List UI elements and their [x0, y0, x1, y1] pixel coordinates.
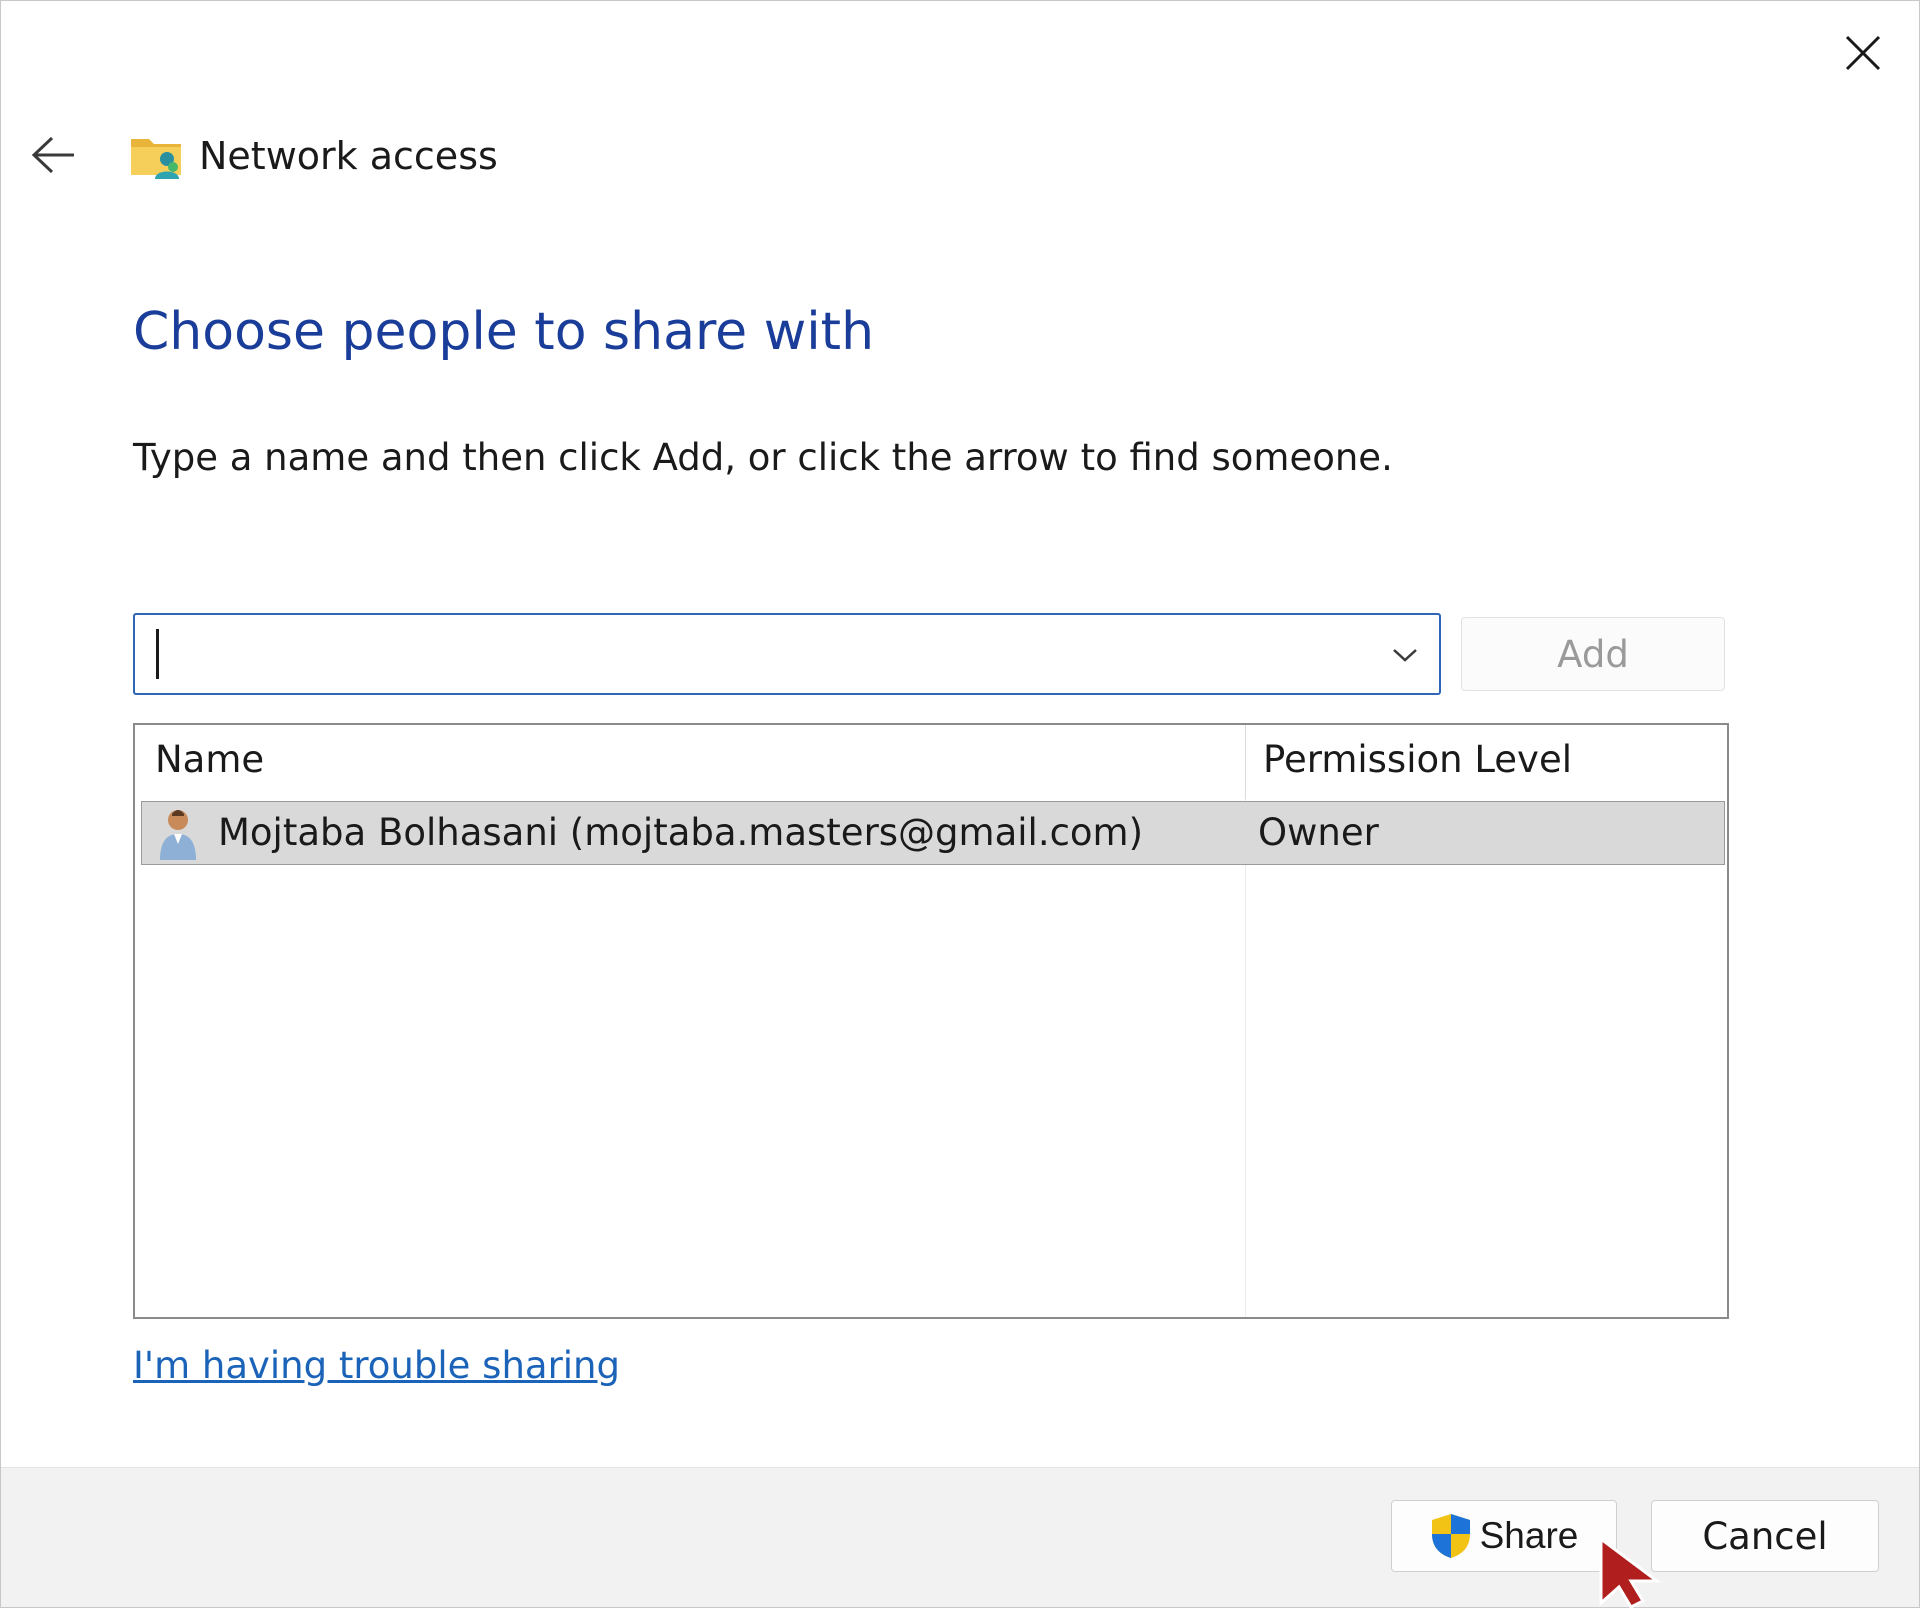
- row-name: Mojtaba Bolhasani (mojtaba.masters@gmail…: [218, 811, 1144, 854]
- text-caret: [156, 629, 159, 679]
- share-button-label: Share: [1479, 1515, 1579, 1556]
- row-permission[interactable]: Owner: [1258, 808, 1379, 858]
- mouse-pointer-icon: [1599, 1537, 1662, 1608]
- share-list[interactable]: Name Permission Level Mojtaba Bolhasani …: [133, 723, 1729, 1319]
- cancel-button[interactable]: Cancel: [1651, 1500, 1879, 1572]
- header-separator[interactable]: [1245, 725, 1246, 799]
- close-button[interactable]: [1827, 23, 1899, 83]
- column-header-permission[interactable]: Permission Level: [1263, 735, 1572, 785]
- back-arrow-icon: [31, 136, 74, 174]
- dropdown-arrow-button[interactable]: [1377, 625, 1433, 685]
- column-header-name[interactable]: Name: [155, 735, 264, 785]
- name-input[interactable]: [147, 623, 1327, 685]
- list-item[interactable]: Mojtaba Bolhasani (mojtaba.masters@gmail…: [141, 801, 1725, 865]
- list-header: Name Permission Level: [135, 725, 1727, 799]
- network-access-dialog: Network access Choose people to share wi…: [0, 0, 1920, 1608]
- chevron-down-icon: [1393, 649, 1417, 662]
- trouble-sharing-link[interactable]: I'm having trouble sharing: [133, 1341, 620, 1391]
- network-folder-icon: [131, 139, 181, 179]
- share-button[interactable]: Share: [1391, 1500, 1617, 1572]
- close-icon: [1845, 35, 1881, 71]
- add-button[interactable]: Add: [1461, 617, 1725, 691]
- name-combobox[interactable]: [133, 613, 1441, 695]
- back-button[interactable]: [21, 123, 85, 187]
- page-title: Choose people to share with: [133, 302, 875, 362]
- uac-shield-icon: [1431, 1514, 1470, 1558]
- window-title: Network access: [199, 134, 498, 178]
- user-icon: [160, 810, 196, 860]
- instruction-text: Type a name and then click Add, or click…: [133, 436, 1393, 479]
